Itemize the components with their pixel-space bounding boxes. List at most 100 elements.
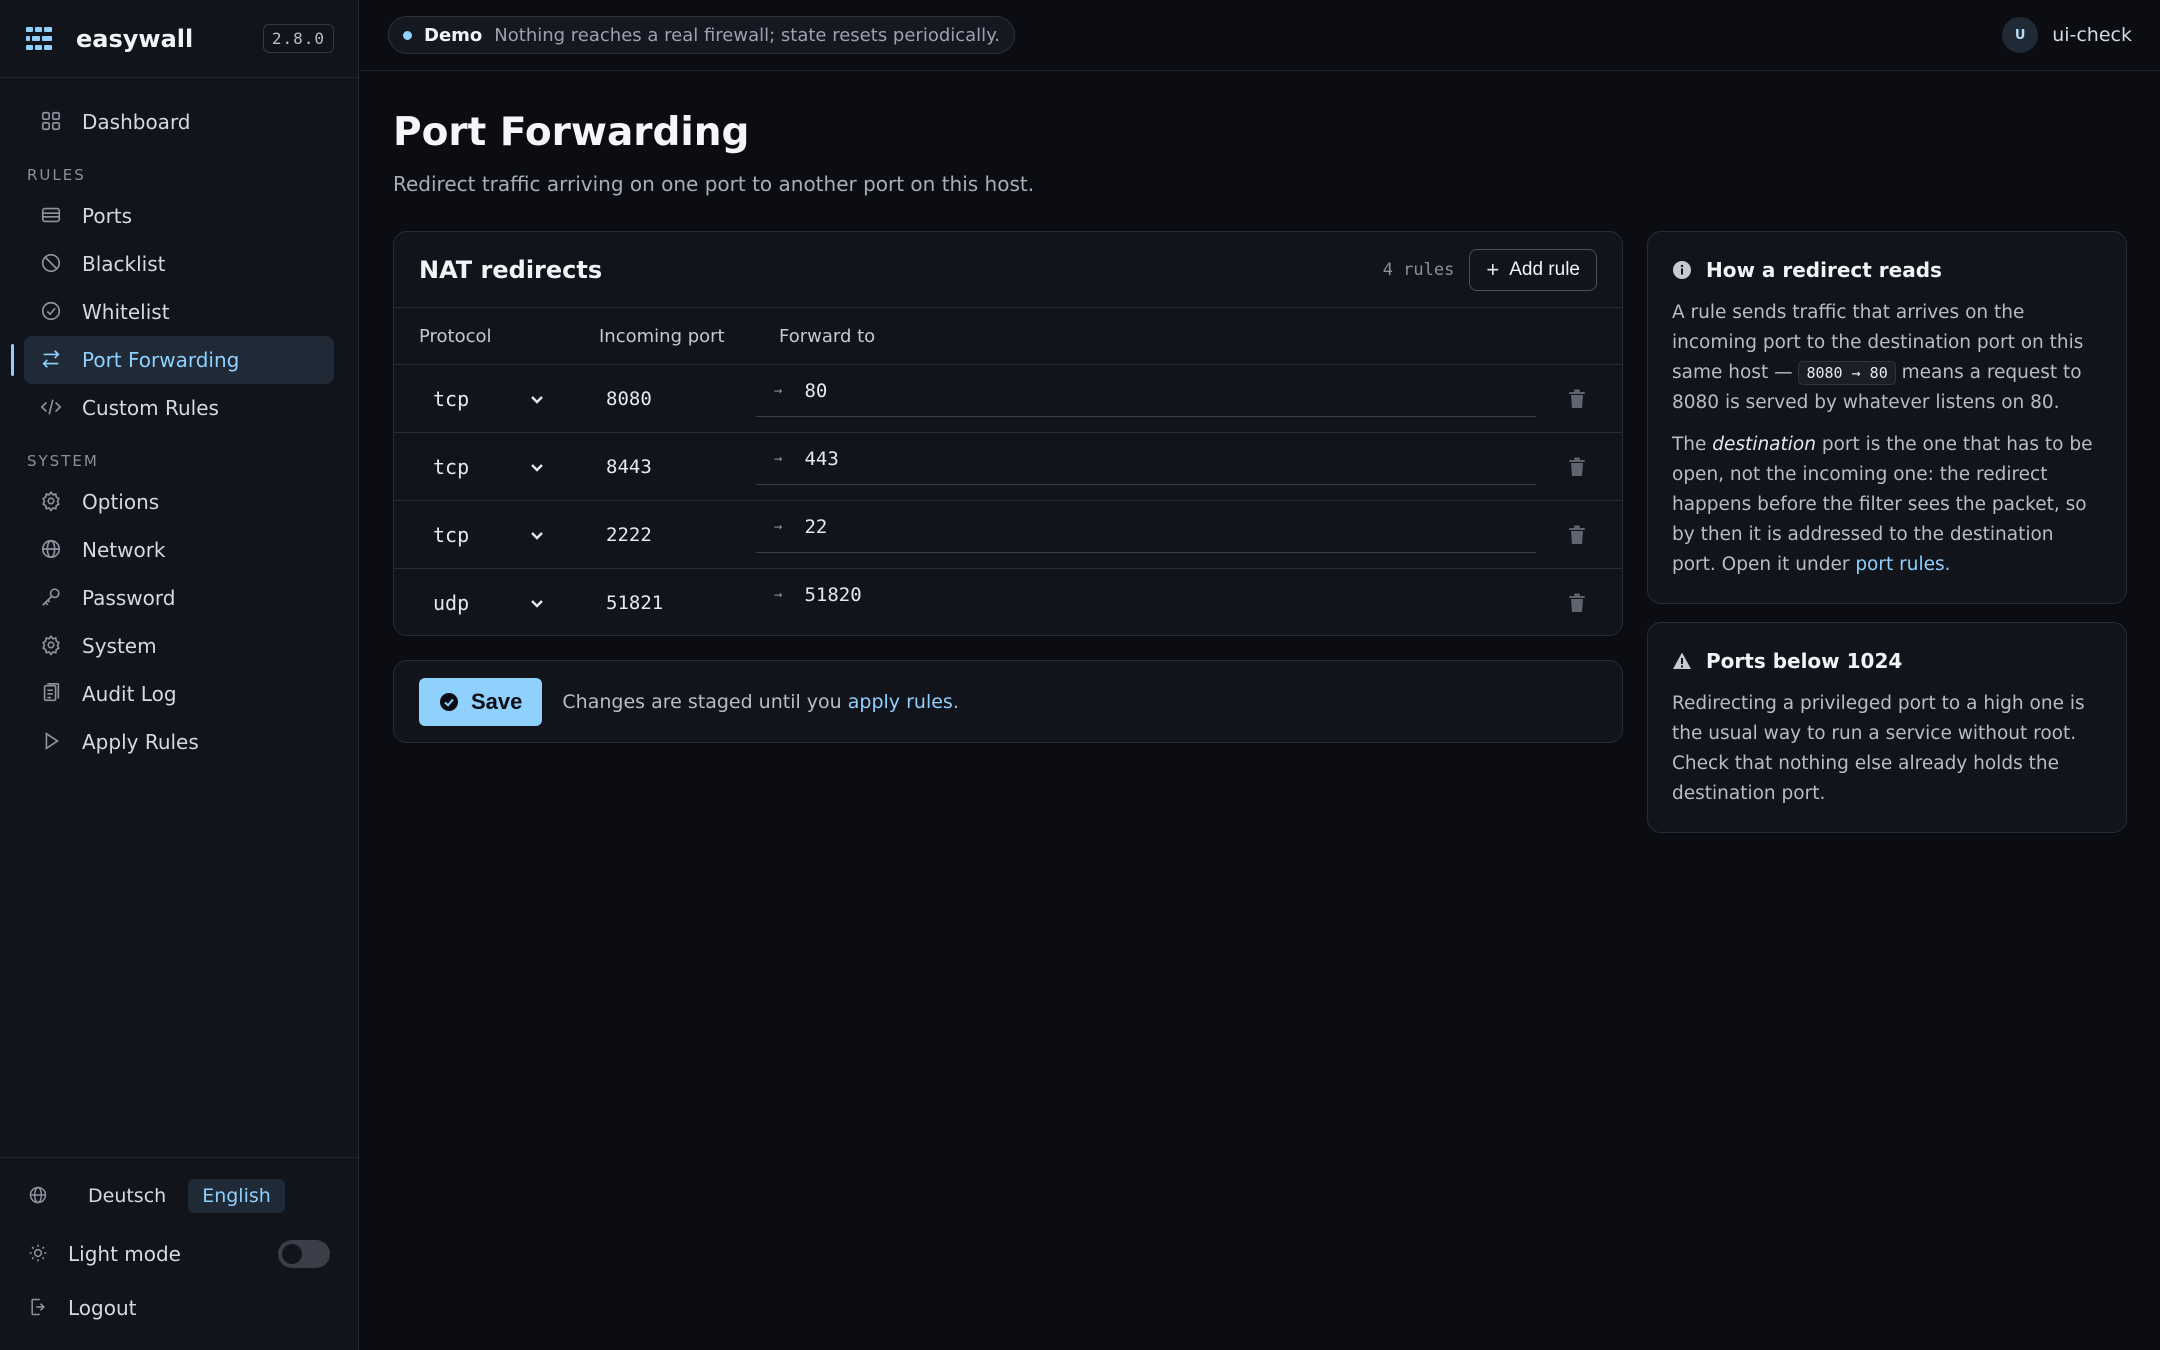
sun-icon [28,1243,50,1265]
language-english-button[interactable]: English [188,1179,285,1213]
protocol-value: tcp [433,523,470,547]
sidebar-footer: Deutsch English Light mode Logout [0,1157,358,1350]
sidebar-item-options[interactable]: Options [24,478,334,526]
trash-icon[interactable] [1568,525,1588,545]
help-paragraph-1: A rule sends traffic that arrives on the… [1672,302,2084,413]
play-icon [40,730,64,754]
sidebar-item-label: System [82,634,157,658]
sidebar-item-audit-log[interactable]: Audit Log [24,670,334,718]
trash-icon[interactable] [1568,457,1588,477]
warning-text: Redirecting a privileged port to a high … [1672,693,2085,804]
table-row: tcp 8443 → 443 [394,433,1622,501]
card-title: NAT redirects [419,255,603,284]
arrow-right-icon: → [774,450,783,467]
help-paragraph-2: The destination port is the one that has… [1672,434,2093,575]
sidebar-item-label: Blacklist [82,252,166,276]
logout-button[interactable]: Logout [28,1288,330,1328]
save-note: Changes are staged until you apply rules… [562,690,959,713]
warning-card-title: Ports below 1024 [1672,649,2102,673]
active-indicator [11,344,14,376]
ports-icon [40,204,64,228]
dashboard-icon [40,110,64,134]
sidebar-item-label: Apply Rules [82,730,199,754]
trash-icon[interactable] [1568,389,1588,409]
code-icon [40,396,64,420]
protocol-select[interactable]: tcp [419,447,549,487]
forward-to-input[interactable]: → 51820 [756,569,1536,621]
incoming-port-input[interactable]: 51821 [586,583,746,623]
example-code: 8080 → 80 [1798,361,1896,385]
sidebar: easywall 2.8.0 Dashboard RULES Ports Bla… [0,0,359,1350]
options-icon [40,490,64,514]
sidebar-item-custom-rules[interactable]: Custom Rules [24,384,334,432]
forward-port-value: 51820 [804,584,862,606]
arrow-right-icon: → [774,587,783,603]
add-rule-button[interactable]: + Add rule [1469,248,1597,291]
forward-to-input[interactable]: → 443 [756,433,1536,485]
version-badge: 2.8.0 [262,24,334,53]
brand: easywall 2.8.0 [0,0,358,78]
protocol-select[interactable]: tcp [419,379,549,419]
apply-rules-link[interactable]: apply rules [848,691,953,713]
language-deutsch-button[interactable]: Deutsch [74,1179,180,1213]
sidebar-item-network[interactable]: Network [24,526,334,574]
sidebar-item-blacklist[interactable]: Blacklist [24,240,334,288]
port-rules-link[interactable]: port rules [1855,554,1944,575]
trash-icon[interactable] [1568,593,1588,613]
forward-to-input[interactable]: → 22 [756,501,1536,553]
chevron-down-icon [525,387,549,411]
light-mode-label: Light mode [68,1242,181,1266]
avatar: U [2002,17,2039,53]
sidebar-item-label: Ports [82,204,133,228]
sidebar-item-dashboard[interactable]: Dashboard [24,98,334,146]
key-icon [40,586,64,610]
demo-label: Demo [424,24,483,46]
incoming-port-input[interactable]: 8443 [586,447,746,487]
sidebar-item-password[interactable]: Password [24,574,334,622]
forward-port-value: 22 [804,515,828,538]
forward-to-input[interactable]: → 80 [756,365,1536,417]
privileged-ports-card: Ports below 1024 Redirecting a privilege… [1647,622,2127,833]
section-label-rules: RULES [27,166,86,184]
table-row: udp 51821 → 51820 [394,569,1622,635]
chevron-down-icon [525,591,549,615]
table-header: Protocol Incoming port Forward to [394,308,1622,365]
protocol-value: udp [433,591,470,615]
sidebar-item-ports[interactable]: Ports [24,192,334,240]
system-icon [40,634,64,658]
chevron-down-icon [525,523,549,547]
help-card-title: How a redirect reads [1672,258,2102,282]
sidebar-item-whitelist[interactable]: Whitelist [24,288,334,336]
topbar: Demo Nothing reaches a real firewall; st… [360,0,2160,71]
protocol-select[interactable]: tcp [419,515,549,555]
plus-icon: + [1486,256,1500,282]
protocol-value: tcp [433,387,470,411]
column-header-incoming-port: Incoming port [599,325,725,347]
page-subtitle: Redirect traffic arriving on one port to… [393,172,1035,196]
light-mode-toggle[interactable] [278,1240,330,1268]
sidebar-item-system[interactable]: System [24,622,334,670]
main-nav: Dashboard RULES Ports Blacklist Whitelis… [0,78,358,766]
firewall-logo-icon [24,24,54,54]
user-menu[interactable]: U ui-check [2002,17,2132,53]
sidebar-item-label: Audit Log [82,682,177,706]
sidebar-item-label: Network [82,538,166,562]
user-name: ui-check [2052,24,2132,46]
sidebar-item-label: Password [82,586,176,610]
incoming-port-input[interactable]: 2222 [586,515,746,555]
demo-text: Nothing reaches a real firewall; state r… [494,24,1000,46]
toggle-knob [282,1244,302,1264]
sidebar-item-label: Port Forwarding [82,348,240,372]
light-mode-row: Light mode [28,1234,330,1274]
save-button[interactable]: Save [419,677,543,726]
sidebar-item-port-forwarding[interactable]: Port Forwarding [11,336,334,384]
protocol-value: tcp [433,455,470,479]
sidebar-item-label: Custom Rules [82,396,219,420]
sidebar-item-apply-rules[interactable]: Apply Rules [24,718,334,766]
arrow-right-icon: → [774,382,783,399]
network-icon [40,538,64,562]
incoming-port-input[interactable]: 8080 [586,379,746,419]
redirect-help-card: How a redirect reads A rule sends traffi… [1647,231,2127,604]
protocol-select[interactable]: udp [419,583,549,623]
forward-port-value: 443 [804,447,839,470]
